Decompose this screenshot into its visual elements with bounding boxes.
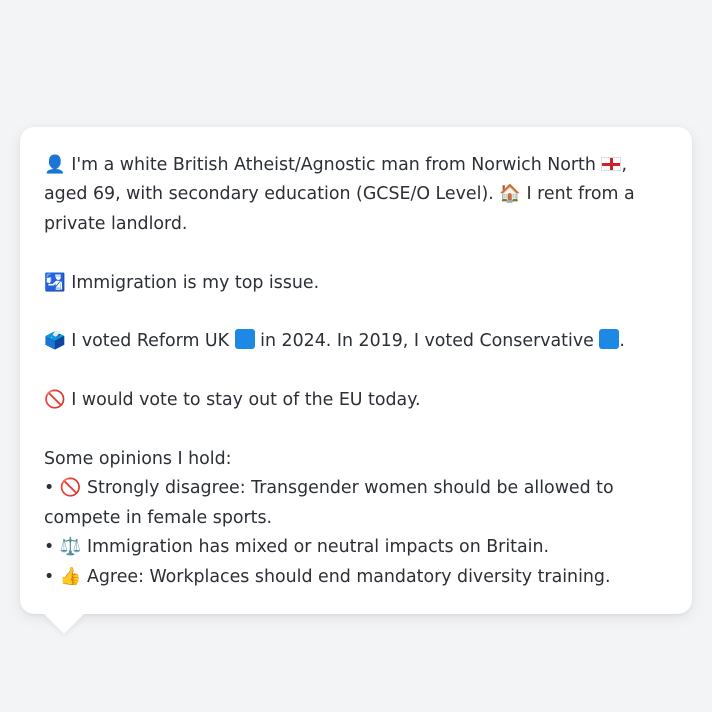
persona-card: 👤 I'm a white British Atheist/Agnostic m… xyxy=(20,127,692,635)
opinions-heading: Some opinions I hold: xyxy=(44,449,232,469)
opinion-item: • 👍 Agree: Workplaces should end mandato… xyxy=(44,563,668,592)
passport-control-icon: 🛂 xyxy=(44,272,66,293)
thumbs-up-icon: 👍 xyxy=(59,566,82,587)
prohibited-icon: 🚫 xyxy=(44,390,66,411)
opinion-item: • 🚫 Strongly disagree: Transgender women… xyxy=(44,474,668,533)
england-flag-icon xyxy=(601,157,622,171)
speech-bubble-tail xyxy=(44,614,84,635)
prohibited-icon: 🚫 xyxy=(59,478,82,499)
balance-scale-icon: ⚖️ xyxy=(59,537,82,558)
top-issue-paragraph: 🛂 Immigration is my top issue. xyxy=(44,269,668,298)
profile-intro-text: I'm a white British Atheist/Agnostic man… xyxy=(71,155,596,175)
top-issue-text: Immigration is my top issue. xyxy=(71,272,320,293)
bullet: • xyxy=(44,478,55,499)
voting-text-end: . xyxy=(619,331,625,352)
person-icon: 👤 xyxy=(44,155,66,175)
opinion-text: Agree: Workplaces should end mandatory d… xyxy=(86,566,611,587)
eu-text: I would vote to stay out of the EU today… xyxy=(71,390,421,411)
conservative-blue-square-icon xyxy=(599,329,620,350)
house-icon: 🏠 xyxy=(499,184,521,205)
voting-text-reform: I voted Reform UK xyxy=(71,331,230,352)
opinions-list: • 🚫 Strongly disagree: Transgender women… xyxy=(44,474,668,592)
ballot-box-icon: 🗳️ xyxy=(44,331,66,352)
reform-blue-square-icon xyxy=(234,329,255,350)
voting-paragraph: 🗳️ I voted Reform UK in 2024. In 2019, I… xyxy=(44,327,668,356)
bullet: • xyxy=(44,537,55,558)
opinion-item: • ⚖️ Immigration has mixed or neutral im… xyxy=(44,533,668,562)
profile-paragraph: 👤 I'm a white British Atheist/Agnostic m… xyxy=(44,151,668,239)
opinion-text: Strongly disagree: Transgender women sho… xyxy=(44,478,614,528)
eu-paragraph: 🚫 I would vote to stay out of the EU tod… xyxy=(44,386,668,415)
opinion-text: Immigration has mixed or neutral impacts… xyxy=(86,537,550,558)
bullet: • xyxy=(44,566,55,587)
speech-bubble: 👤 I'm a white British Atheist/Agnostic m… xyxy=(20,127,692,635)
voting-text-2019: in 2024. In 2019, I voted Conservative xyxy=(260,331,594,352)
